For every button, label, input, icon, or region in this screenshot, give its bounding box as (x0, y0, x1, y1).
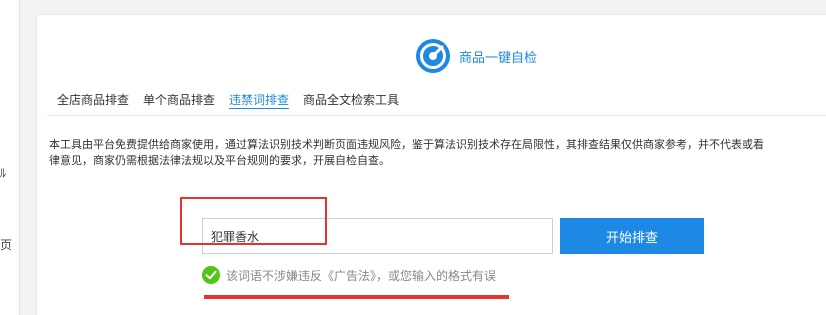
target-gauge-icon (416, 39, 450, 73)
annotation-underline (204, 295, 509, 299)
tab-bar: 全店商品排查 单个商品排查 违禁词排查 商品全文检索工具 (57, 91, 413, 109)
notice-line: 本工具由平台免费提供给商家使用，通过算法识别技术判断页面违规风险，鉴于算法识别技… (49, 138, 764, 151)
page-header: 商品一键自检 (415, 37, 537, 75)
main-panel: 商品一键自检 全店商品排查 单个商品排查 违禁词排查 商品全文检索工具 本工具由… (36, 14, 826, 315)
tab-fulltext-search-tool[interactable]: 商品全文检索工具 (303, 91, 399, 109)
check-result-message: 该词语不涉嫌违反《广告法》，或您输入的格式有误 (202, 266, 496, 284)
sidebar-text-fragment: 页 (0, 238, 13, 252)
disclaimer-notice: 本工具由平台免费提供给商家使用，通过算法识别技术判断页面违规风险，鉴于算法识别技… (49, 137, 826, 169)
left-sidebar-fragment: ﾙ 页 (0, 0, 20, 315)
tab-prohibited-word-check[interactable]: 违禁词排查 (229, 91, 290, 109)
tab-single-product-check[interactable]: 单个商品排查 (143, 91, 215, 109)
annotation-highlight-box (180, 197, 327, 245)
tab-all-shop-check[interactable]: 全店商品排查 (57, 91, 129, 109)
sidebar-text-fragment: ﾙ (0, 166, 7, 180)
page-title: 商品一键自检 (459, 50, 538, 66)
start-check-button[interactable]: 开始排查 (560, 218, 704, 254)
check-circle-icon (202, 266, 220, 284)
result-text: 该词语不涉嫌违反《广告法》，或您输入的格式有误 (226, 268, 497, 283)
notice-line: 律意见，商家仍需根据法律法规以及平台规则的要求，开展自检自查。 (49, 154, 390, 167)
tab-divider (47, 115, 826, 116)
